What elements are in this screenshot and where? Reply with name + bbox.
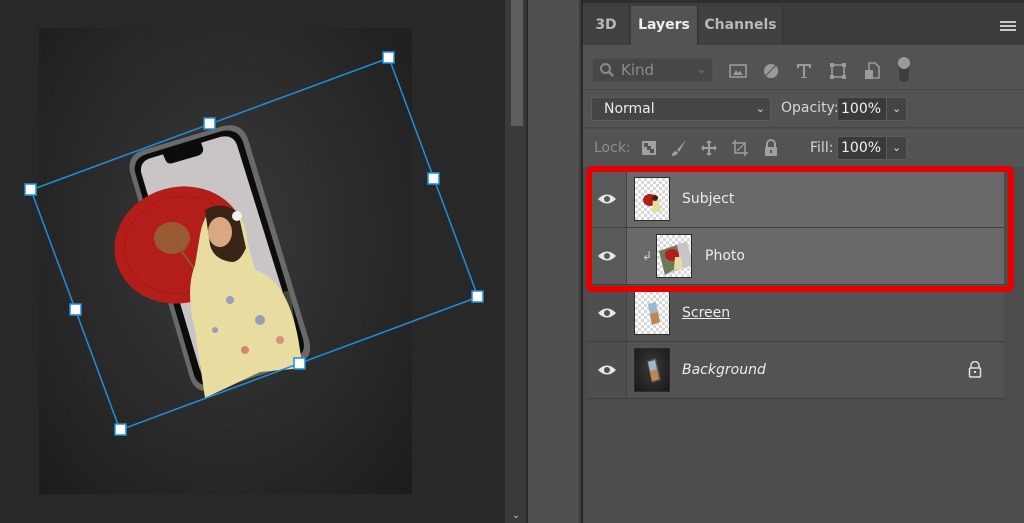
layer-row-subject[interactable]: Subject <box>587 171 1004 228</box>
opacity-value: 100% <box>841 101 882 117</box>
eye-icon <box>597 365 616 375</box>
canvas-artwork <box>24 51 484 436</box>
type-layer-filter-icon[interactable] <box>793 60 815 82</box>
shape-layer-filter-icon[interactable] <box>827 60 849 82</box>
layer-name[interactable]: Screen <box>682 285 730 342</box>
panel-dock-gutter <box>528 0 581 523</box>
scrollbar-thumb[interactable] <box>511 0 523 126</box>
fill-dropdown-button[interactable]: ⌄ <box>886 137 906 159</box>
visibility-toggle[interactable] <box>587 228 627 284</box>
layer-name[interactable]: Background <box>682 342 766 399</box>
transform-handle-top-left <box>24 183 37 196</box>
lock-transparent-pixels-icon[interactable] <box>640 139 658 157</box>
opacity-dropdown-button[interactable]: ⌄ <box>886 98 906 120</box>
panel-tab-bar: 3D Layers Channels <box>583 0 1024 48</box>
lock-image-pixels-icon[interactable] <box>670 139 688 157</box>
clipping-mask-arrow-icon: ↲ <box>642 249 653 263</box>
layer-row-background[interactable]: Background <box>587 342 1004 399</box>
eye-icon <box>597 251 616 261</box>
layer-locked-icon <box>968 360 982 382</box>
opacity-field[interactable]: 100% ⌄ <box>837 97 907 121</box>
transform-handle-top-right <box>382 51 395 64</box>
transform-handle-top <box>203 117 216 130</box>
lock-position-icon[interactable] <box>700 139 718 157</box>
chevron-down-icon: ⌄ <box>892 102 902 115</box>
visibility-toggle[interactable] <box>587 285 627 341</box>
lock-label: Lock: <box>594 140 631 156</box>
pixel-layer-filter-icon[interactable] <box>727 60 749 82</box>
filter-kind-label: Kind <box>621 61 655 79</box>
scroll-down-arrow-icon[interactable]: ⌄ <box>510 510 522 522</box>
eye-icon <box>597 194 616 204</box>
photoshop-window: ⌄ 3D Layers Channels Kind ⌄ Normal ⌄ Opa… <box>0 0 1024 523</box>
layer-thumbnail[interactable] <box>634 348 670 392</box>
chevron-down-icon: ⌄ <box>696 63 706 76</box>
opacity-label: Opacity: <box>781 100 839 116</box>
layer-filter-row: Kind ⌄ <box>583 45 1024 90</box>
smart-object-filter-icon[interactable] <box>861 60 883 82</box>
visibility-toggle[interactable] <box>587 171 627 227</box>
filter-kind-select[interactable]: Kind ⌄ <box>592 58 713 82</box>
layer-thumbnail[interactable] <box>634 291 670 335</box>
fill-label: Fill: <box>810 140 834 156</box>
lock-artboard-icon[interactable] <box>731 139 749 157</box>
layer-row-screen[interactable]: Screen <box>587 285 1004 342</box>
transform-handle-right <box>427 172 440 185</box>
eye-icon <box>597 308 616 318</box>
canvas-area[interactable] <box>0 0 505 523</box>
filter-toggle-icon[interactable] <box>893 55 915 85</box>
visibility-toggle[interactable] <box>587 342 627 398</box>
chevron-down-icon: ⌄ <box>892 141 902 154</box>
transform-handle-bottom-right <box>471 290 484 303</box>
panel-menu-icon[interactable] <box>1000 21 1016 33</box>
blend-mode-value: Normal <box>604 101 655 117</box>
lock-all-icon[interactable] <box>762 139 780 157</box>
tab-channels[interactable]: Channels <box>699 6 783 48</box>
fill-field[interactable]: 100% ⌄ <box>837 136 907 160</box>
adjustment-layer-filter-icon[interactable] <box>760 60 782 82</box>
chevron-down-icon: ⌄ <box>755 102 765 115</box>
transform-handle-left <box>69 303 82 316</box>
layer-thumbnail[interactable] <box>634 177 670 221</box>
lock-row: Lock: Fill: 100% ⌄ <box>583 129 1024 167</box>
tab-layers[interactable]: Layers <box>631 6 698 48</box>
fill-value: 100% <box>841 140 882 156</box>
layer-name[interactable]: Photo <box>705 228 745 285</box>
layer-thumbnail[interactable] <box>656 234 692 278</box>
blend-row: Normal ⌄ Opacity: 100% ⌄ <box>583 90 1024 128</box>
transform-handle-bottom <box>293 357 306 370</box>
search-icon <box>599 62 615 84</box>
blend-mode-select[interactable]: Normal ⌄ <box>591 97 771 121</box>
layers-panel: 3D Layers Channels Kind ⌄ Normal ⌄ Opaci… <box>583 0 1024 523</box>
tab-3d[interactable]: 3D <box>583 6 630 48</box>
layer-name[interactable]: Subject <box>682 171 734 228</box>
layer-row-photo[interactable]: ↲ Photo <box>587 228 1004 285</box>
transform-handle-bottom-left <box>114 423 127 436</box>
